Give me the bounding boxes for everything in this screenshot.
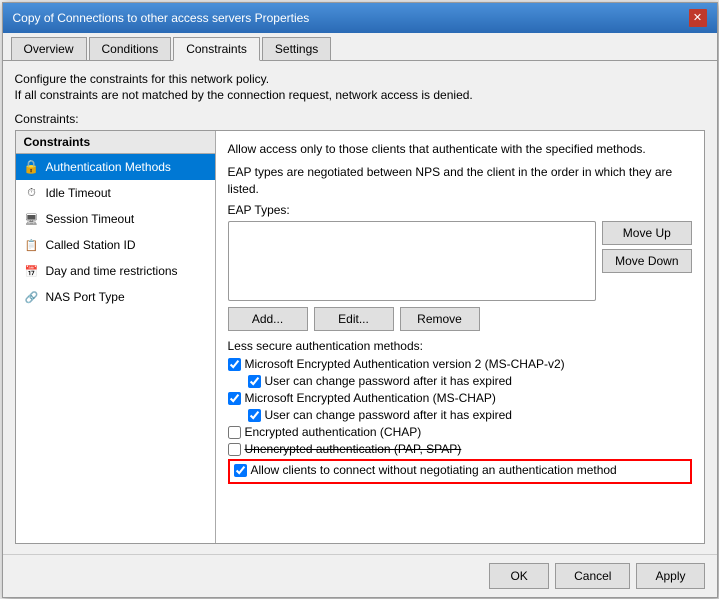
- sidebar-item-idle-timeout-label: Idle Timeout: [46, 186, 111, 200]
- remove-button[interactable]: Remove: [400, 307, 480, 331]
- add-edit-row: Add... Edit... Remove: [228, 307, 692, 331]
- tabs-bar: Overview Conditions Constraints Settings: [3, 33, 717, 61]
- description-line1: Configure the constraints for this netwo…: [15, 71, 705, 88]
- constraints-label: Constraints:: [15, 112, 705, 126]
- edit-button[interactable]: Edit...: [314, 307, 394, 331]
- checkbox-ms-chap-change[interactable]: [248, 409, 261, 422]
- checkbox-chap-row: Encrypted authentication (CHAP): [228, 425, 692, 439]
- checkbox-pap-spap-row: Unencrypted authentication (PAP, SPAP): [228, 442, 692, 456]
- move-up-button[interactable]: Move Up: [602, 221, 691, 245]
- add-button[interactable]: Add...: [228, 307, 308, 331]
- close-button[interactable]: ✕: [689, 9, 707, 27]
- checkbox-no-auth-row: Allow clients to connect without negotia…: [234, 463, 686, 477]
- sidebar-item-called-station-label: Called Station ID: [46, 238, 136, 252]
- left-panel-header: Constraints: [16, 131, 215, 154]
- tab-overview[interactable]: Overview: [11, 37, 87, 60]
- title-bar: Copy of Connections to other access serv…: [3, 3, 717, 33]
- footer: OK Cancel Apply: [3, 554, 717, 597]
- checkbox-ms-chap-v2-row: Microsoft Encrypted Authentication versi…: [228, 357, 692, 371]
- checkbox-chap[interactable]: [228, 426, 241, 439]
- dialog: Copy of Connections to other access serv…: [2, 2, 718, 598]
- eap-list[interactable]: [228, 221, 597, 301]
- move-down-button[interactable]: Move Down: [602, 249, 691, 273]
- checkbox-ms-chap-v2-label: Microsoft Encrypted Authentication versi…: [245, 357, 565, 371]
- tab-settings[interactable]: Settings: [262, 37, 331, 60]
- main-content: Configure the constraints for this netwo…: [3, 61, 717, 554]
- sidebar-item-session-timeout-label: Session Timeout: [46, 212, 135, 226]
- eap-row: Move Up Move Down: [228, 221, 692, 301]
- sidebar-item-auth-methods-label: Authentication Methods: [46, 160, 171, 174]
- checkbox-ms-chap-v2-change-row: User can change password after it has ex…: [228, 374, 692, 388]
- right-desc1: Allow access only to those clients that …: [228, 141, 692, 158]
- checkbox-no-auth-highlighted: Allow clients to connect without negotia…: [228, 459, 692, 484]
- sidebar-item-day-time[interactable]: 📅 Day and time restrictions: [16, 258, 215, 284]
- sidebar-item-session-timeout[interactable]: 🖥 Session Timeout: [16, 206, 215, 232]
- sidebar-item-nas-port-label: NAS Port Type: [46, 290, 125, 304]
- grid-icon: 📋: [24, 237, 40, 253]
- left-panel-items: 🔒 Authentication Methods ⏱ Idle Timeout …: [16, 154, 215, 542]
- checkbox-ms-chap-change-label: User can change password after it has ex…: [265, 408, 512, 422]
- eap-buttons: Move Up Move Down: [602, 221, 691, 301]
- checkbox-ms-chap-change-row: User can change password after it has ex…: [228, 408, 692, 422]
- checkbox-no-auth-label: Allow clients to connect without negotia…: [251, 463, 617, 477]
- right-panel: Allow access only to those clients that …: [216, 131, 704, 542]
- lock-icon: 🔒: [24, 159, 40, 175]
- checkbox-ms-chap-v2-change-label: User can change password after it has ex…: [265, 374, 512, 388]
- clock-icon: ⏱: [24, 185, 40, 201]
- sidebar-item-day-time-label: Day and time restrictions: [46, 264, 178, 278]
- eap-label: EAP Types:: [228, 203, 692, 217]
- sidebar-item-nas-port[interactable]: 🔗 NAS Port Type: [16, 284, 215, 310]
- sidebar-item-auth-methods[interactable]: 🔒 Authentication Methods: [16, 154, 215, 180]
- tab-conditions[interactable]: Conditions: [89, 37, 172, 60]
- checkbox-ms-chap-row: Microsoft Encrypted Authentication (MS-C…: [228, 391, 692, 405]
- checkbox-ms-chap-v2[interactable]: [228, 358, 241, 371]
- cancel-button[interactable]: Cancel: [555, 563, 630, 589]
- sidebar-item-idle-timeout[interactable]: ⏱ Idle Timeout: [16, 180, 215, 206]
- checkbox-no-auth[interactable]: [234, 464, 247, 477]
- sidebar-item-called-station[interactable]: 📋 Called Station ID: [16, 232, 215, 258]
- left-panel: Constraints 🔒 Authentication Methods ⏱ I…: [16, 131, 216, 542]
- checkbox-ms-chap-v2-change[interactable]: [248, 375, 261, 388]
- checkbox-ms-chap[interactable]: [228, 392, 241, 405]
- description-line2: If all constraints are not matched by th…: [15, 87, 705, 104]
- description: Configure the constraints for this netwo…: [15, 71, 705, 105]
- checkbox-chap-label: Encrypted authentication (CHAP): [245, 425, 422, 439]
- title-bar-text: Copy of Connections to other access serv…: [13, 11, 310, 25]
- checkbox-pap-spap-label: Unencrypted authentication (PAP, SPAP): [245, 442, 462, 456]
- monitor-icon: 🖥: [24, 211, 40, 227]
- network-icon: 🔗: [24, 289, 40, 305]
- ok-button[interactable]: OK: [489, 563, 549, 589]
- less-secure-label: Less secure authentication methods:: [228, 339, 692, 353]
- checkbox-pap-spap[interactable]: [228, 443, 241, 456]
- right-desc2: EAP types are negotiated between NPS and…: [228, 164, 692, 198]
- main-area: Constraints 🔒 Authentication Methods ⏱ I…: [15, 130, 705, 543]
- apply-button[interactable]: Apply: [636, 563, 704, 589]
- calendar-icon: 📅: [24, 263, 40, 279]
- tab-constraints[interactable]: Constraints: [173, 37, 260, 61]
- checkbox-ms-chap-label: Microsoft Encrypted Authentication (MS-C…: [245, 391, 496, 405]
